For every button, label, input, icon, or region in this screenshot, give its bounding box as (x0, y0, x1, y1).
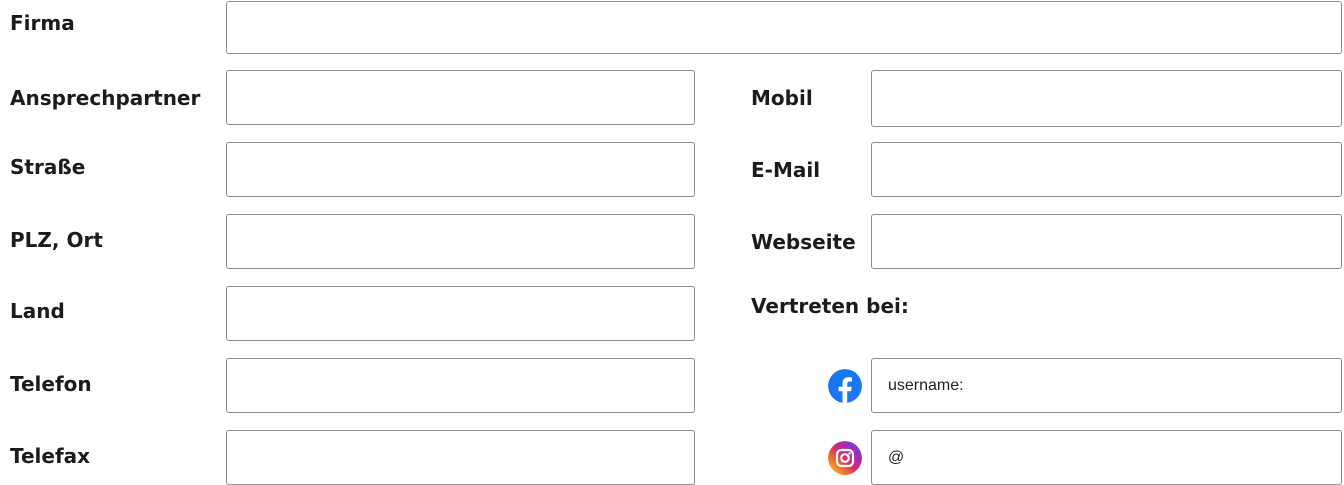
land-input[interactable] (226, 286, 695, 341)
mobil-input[interactable] (871, 70, 1342, 127)
firma-input[interactable] (226, 1, 1342, 54)
telefon-input[interactable] (226, 358, 695, 413)
plz-ort-input[interactable] (226, 214, 695, 269)
telefon-label: Telefon (10, 372, 92, 396)
facebook-icon (828, 369, 862, 403)
plz-ort-label: PLZ, Ort (10, 228, 103, 252)
ansprechpartner-input[interactable] (226, 70, 695, 125)
webseite-input[interactable] (871, 214, 1342, 269)
email-label: E-Mail (751, 158, 821, 182)
instagram-icon (828, 441, 862, 475)
telefax-input[interactable] (226, 430, 695, 485)
vertreten-bei-heading: Vertreten bei: (751, 294, 909, 318)
land-label: Land (10, 299, 65, 323)
telefax-label: Telefax (10, 444, 91, 468)
strasse-label: Straße (10, 155, 86, 179)
email-input[interactable] (871, 142, 1342, 197)
ansprechpartner-label: Ansprechpartner (10, 86, 201, 110)
instagram-handle-input[interactable] (871, 430, 1342, 485)
webseite-label: Webseite (751, 230, 856, 254)
strasse-input[interactable] (226, 142, 695, 197)
facebook-username-input[interactable] (871, 358, 1342, 413)
firma-label: Firma (10, 11, 75, 35)
mobil-label: Mobil (751, 86, 813, 110)
